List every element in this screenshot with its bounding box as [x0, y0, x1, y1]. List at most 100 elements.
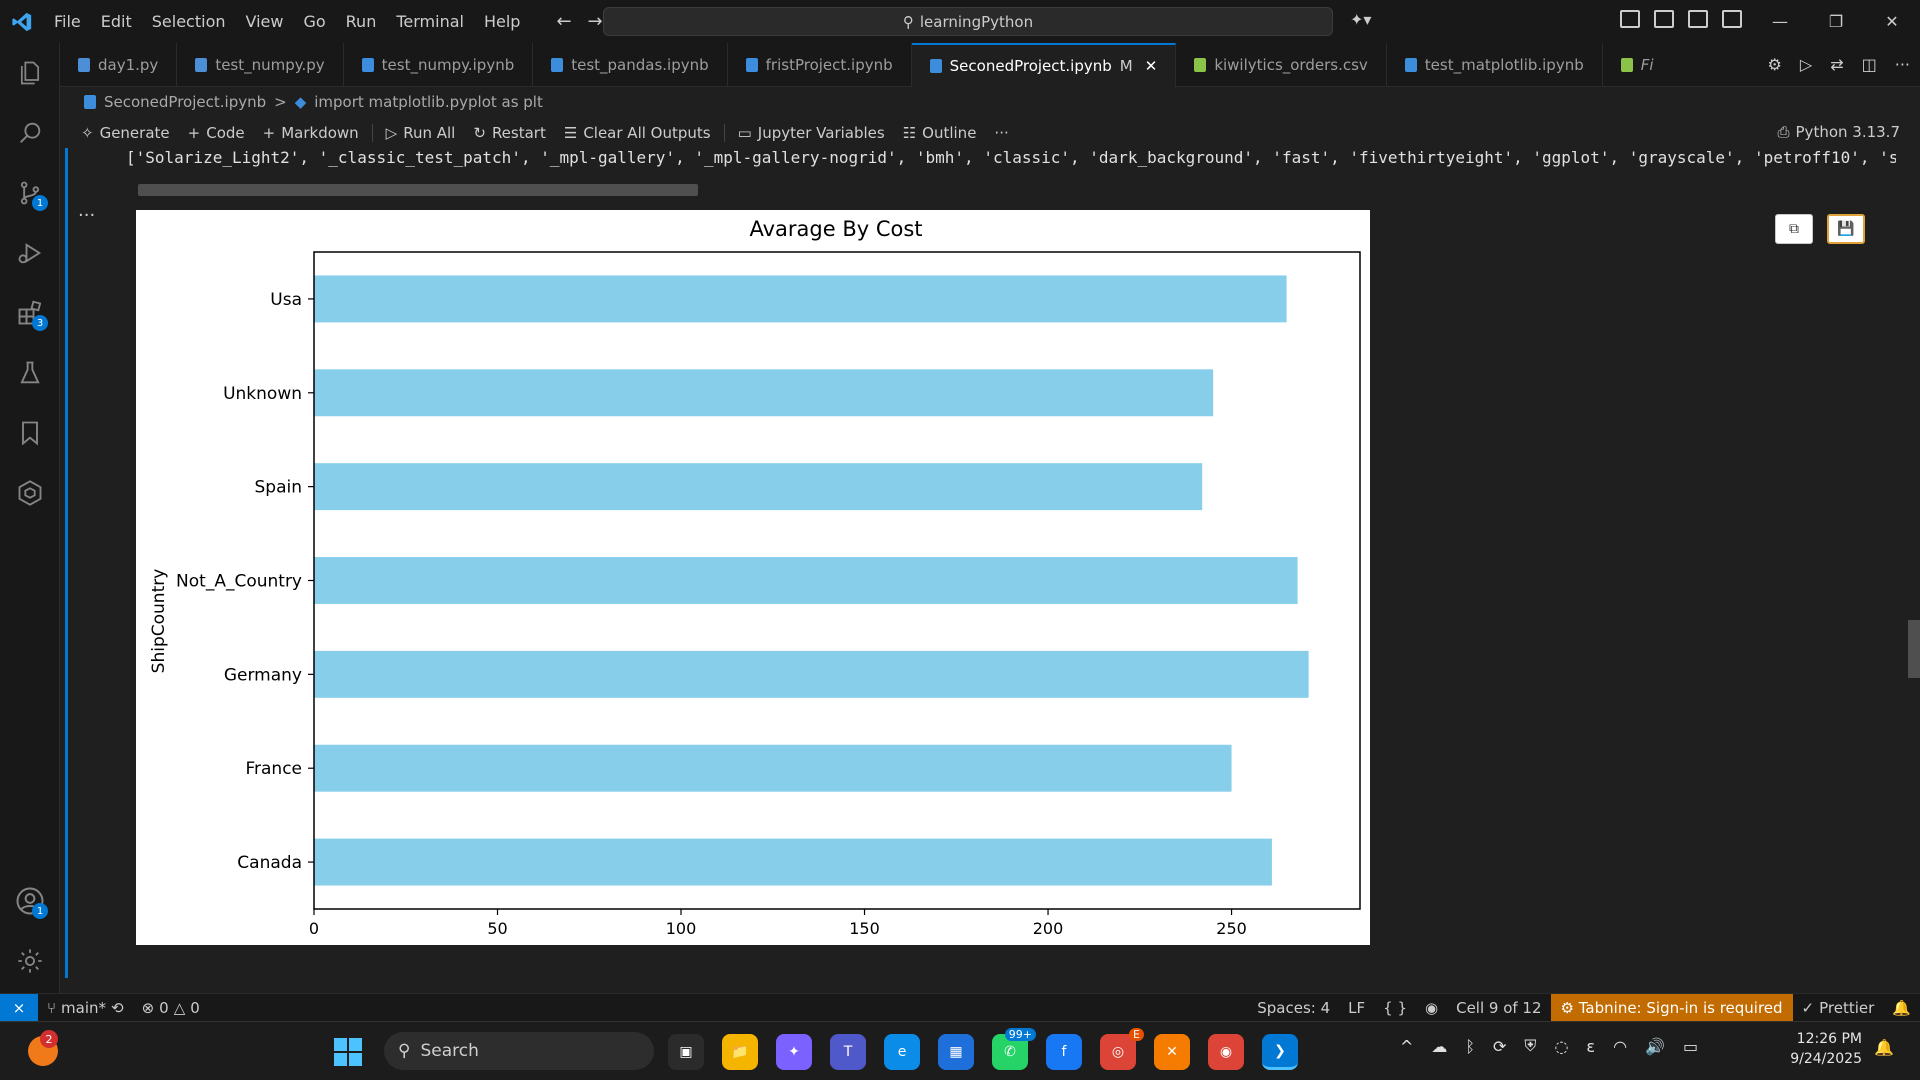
run-icon[interactable]: ▷ [1800, 55, 1812, 74]
add-code-button[interactable]: + Code [179, 124, 254, 142]
tab-test-matplotlib-ipynb[interactable]: test_matplotlib.ipynb [1387, 43, 1603, 87]
restart-button[interactable]: ↻ Restart [464, 124, 555, 142]
language-braces-status[interactable]: { } [1374, 999, 1416, 1017]
close-window-icon[interactable]: ✕ [1864, 0, 1920, 43]
store-icon[interactable]: ▦ [938, 1034, 974, 1070]
kernel-picker[interactable]: ⎙ Python 3.13.7 [1778, 123, 1901, 141]
notification-center-icon[interactable]: 🔔 [1874, 1038, 1896, 1060]
wifi-icon[interactable]: ◠ [1613, 1037, 1627, 1056]
facebook-icon[interactable]: f [1046, 1034, 1082, 1070]
chrome-profile-icon[interactable]: ◎ E [1100, 1028, 1144, 1070]
minimize-icon[interactable]: — [1752, 0, 1808, 43]
menu-terminal[interactable]: Terminal [386, 0, 474, 43]
close-tab-icon[interactable]: ✕ [1145, 57, 1158, 75]
run-all-button[interactable]: ▷ Run All [377, 124, 465, 142]
copy-output-icon[interactable]: ⧉ [1775, 214, 1813, 244]
extensions-icon[interactable]: 3 [12, 295, 48, 331]
whatsapp-icon[interactable]: ✆ 99+ [992, 1028, 1036, 1070]
toggle-sidebar-icon[interactable] [1654, 10, 1674, 28]
clear-outputs-button[interactable]: ☰ Clear All Outputs [555, 124, 720, 142]
command-center-search[interactable]: ⚲ learningPython [603, 7, 1333, 36]
copilot-app-icon[interactable]: ✦ [776, 1034, 812, 1070]
source-control-icon[interactable]: 1 [12, 175, 48, 211]
menu-edit[interactable]: Edit [91, 0, 142, 43]
add-markdown-button[interactable]: + Markdown [254, 124, 368, 142]
explorer-icon[interactable] [12, 55, 48, 91]
language-icon[interactable]: ε [1586, 1037, 1595, 1056]
jupyter-icon[interactable] [12, 475, 48, 511]
copilot-icon[interactable]: ✦▾ [1350, 10, 1371, 29]
tab-fristproject-ipynb[interactable]: fristProject.ipynb [728, 43, 912, 87]
tab-seconedproject-ipynb[interactable]: SeconedProject.ipynb M ✕ [911, 43, 1177, 87]
output-horizontal-scrollbar[interactable] [138, 184, 1858, 196]
customize-layout-icon[interactable] [1620, 10, 1640, 28]
bookmark-icon[interactable] [12, 415, 48, 451]
cell-output-menu[interactable]: ... [78, 200, 95, 221]
toolbar-more-button[interactable]: ··· [985, 124, 1017, 142]
editor-vertical-scrollbar[interactable] [1908, 620, 1920, 678]
tray-chevron-icon[interactable]: ^ [1400, 1037, 1413, 1056]
generate-button[interactable]: ✧ Generate [72, 124, 179, 142]
toggle-secondary-sidebar-icon[interactable] [1722, 10, 1742, 28]
split-editor-icon[interactable]: ◫ [1862, 55, 1877, 74]
file-explorer-icon[interactable]: 📁 [722, 1034, 758, 1070]
vscode-taskbar-icon[interactable]: ❯ [1262, 1034, 1298, 1070]
volume-icon[interactable]: 🔊 [1645, 1037, 1665, 1056]
cell-position-status[interactable]: Cell 9 of 12 [1447, 999, 1550, 1017]
save-output-icon[interactable]: 💾 [1827, 214, 1865, 244]
testing-icon[interactable] [12, 355, 48, 391]
tab-kiwilytics-orders-csv[interactable]: kiwilytics_orders.csv [1176, 43, 1387, 87]
security-icon[interactable]: ⛨ [1524, 1036, 1536, 1056]
windows-start-icon[interactable] [334, 1038, 362, 1066]
tab-test-pandas-ipynb[interactable]: test_pandas.ipynb [533, 43, 728, 87]
tabnine-status[interactable]: ⚙ Tabnine: Sign-in is required [1550, 993, 1793, 1022]
breadcrumb-cell[interactable]: import matplotlib.pyplot as plt [314, 93, 543, 111]
menu-help[interactable]: Help [474, 0, 530, 43]
tab-test-numpy-py[interactable]: test_numpy.py [177, 43, 344, 87]
copilot-status-icon[interactable]: ◉ [1416, 999, 1447, 1017]
compare-icon[interactable]: ⇄ [1830, 55, 1843, 74]
prettier-status[interactable]: ✓ Prettier [1793, 999, 1884, 1017]
back-arrow-icon[interactable]: ← [556, 11, 571, 32]
menu-file[interactable]: File [44, 0, 91, 43]
sync-tray-icon[interactable]: ⟳ [1493, 1037, 1506, 1056]
run-debug-icon[interactable] [12, 235, 48, 271]
outline-button[interactable]: ☷ Outline [894, 124, 986, 142]
toggle-panel-icon[interactable] [1688, 10, 1708, 28]
scrollbar-thumb[interactable] [138, 184, 698, 196]
eol-status[interactable]: LF [1339, 999, 1374, 1017]
problems-status[interactable]: ⊗ 0 △ 0 [133, 999, 209, 1017]
onedrive-icon[interactable]: ☁ [1431, 1037, 1447, 1056]
search-view-icon[interactable] [12, 115, 48, 151]
edge-icon[interactable]: e [884, 1034, 920, 1070]
remote-indicator-icon[interactable]: ⨯ [0, 993, 38, 1022]
settings-gear-icon[interactable] [12, 943, 48, 979]
breadcrumb-file[interactable]: SeconedProject.ipynb [104, 93, 266, 111]
accounts-icon[interactable]: 1 [12, 883, 48, 919]
tab-day1-py[interactable]: day1.py [60, 43, 178, 87]
menu-selection[interactable]: Selection [142, 0, 236, 43]
forward-arrow-icon[interactable]: → [588, 11, 603, 32]
menu-view[interactable]: View [236, 0, 294, 43]
indentation-status[interactable]: Spaces: 4 [1248, 999, 1339, 1017]
task-view-icon[interactable]: ▣ [668, 1034, 704, 1070]
xampp-icon[interactable]: ✕ [1154, 1034, 1190, 1070]
menu-run[interactable]: Run [336, 0, 387, 43]
taskbar-search[interactable]: ⚲ Search [384, 1032, 654, 1070]
app-tray-icon[interactable]: ◌ [1554, 1037, 1568, 1056]
chrome-icon[interactable]: ◉ [1208, 1034, 1244, 1070]
restore-icon[interactable]: ❐ [1808, 0, 1864, 43]
jupyter-variables-button[interactable]: ▭ Jupyter Variables [729, 124, 894, 142]
teams-icon[interactable]: T [830, 1034, 866, 1070]
more-actions-icon[interactable]: ··· [1895, 55, 1910, 74]
notifications-bell-icon[interactable]: 🔔 [1883, 999, 1920, 1017]
settings-icon[interactable]: ⚙ [1768, 55, 1782, 74]
menu-go[interactable]: Go [293, 0, 335, 43]
system-clock[interactable]: 12:26 PM 9/24/2025 [1782, 1029, 1862, 1069]
notebook-toolbar: ✧ Generate + Code + Markdown ▷ Run All ↻ Rest… [60, 118, 1920, 148]
tab-test-numpy-ipynb[interactable]: test_numpy.ipynb [344, 43, 534, 87]
battery-icon[interactable]: ▭ [1683, 1037, 1698, 1056]
bluetooth-icon[interactable]: ᛒ [1465, 1037, 1475, 1056]
branch-status[interactable]: ⑂ main* ⟲ [38, 999, 133, 1017]
tab-fi[interactable]: Fi [1603, 43, 1658, 87]
